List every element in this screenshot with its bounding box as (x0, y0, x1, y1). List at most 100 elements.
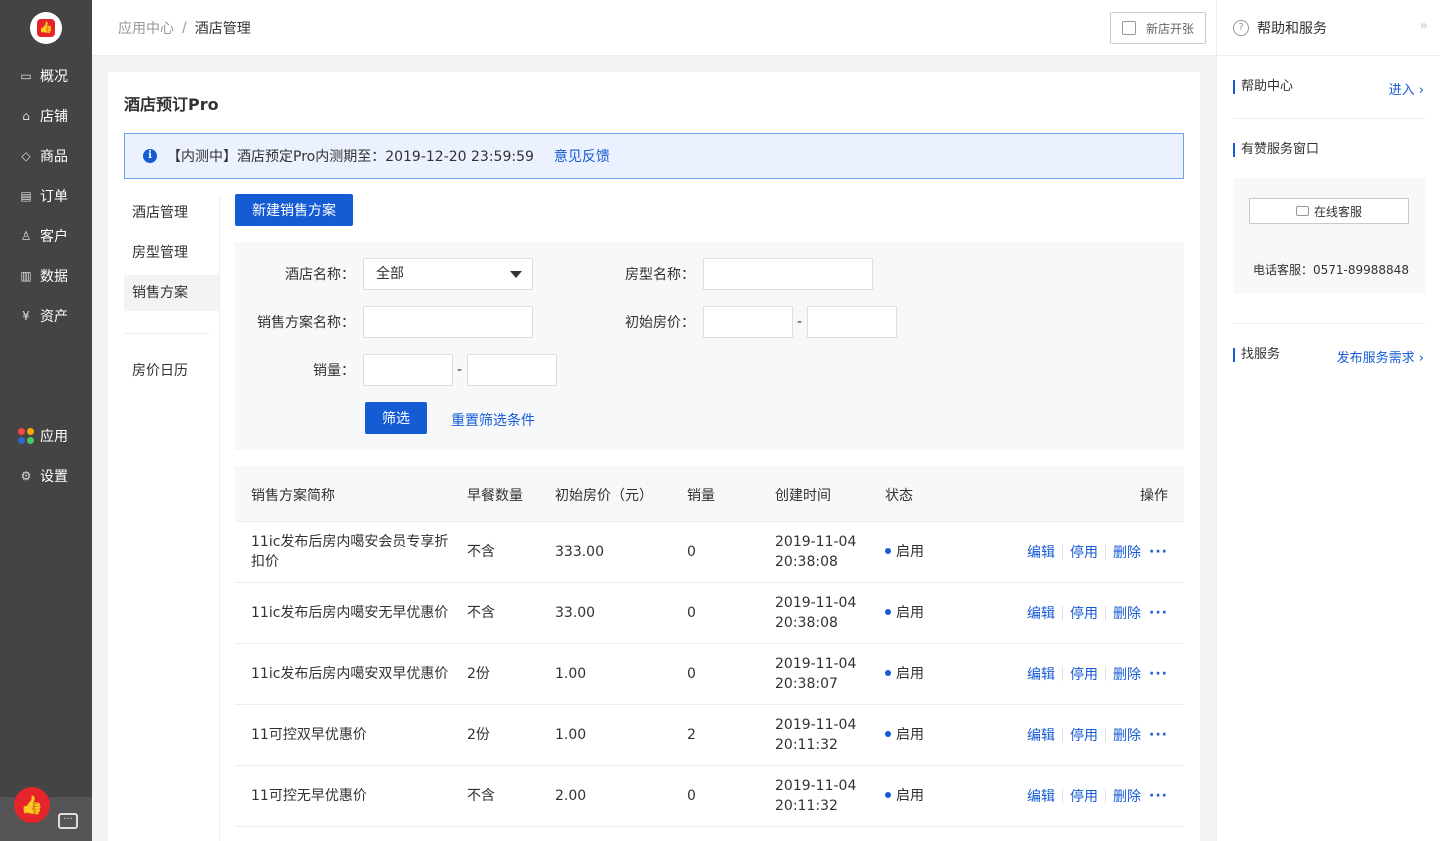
edit-link[interactable]: 编辑 (1027, 786, 1055, 806)
assistant-thumbs-up-icon[interactable]: 👍 (14, 787, 50, 823)
sidebar-item-overview[interactable]: ▭ 概况 (18, 64, 68, 88)
status-text: 启用 (896, 544, 924, 560)
delete-link[interactable]: 删除 (1113, 786, 1141, 806)
edit-link[interactable]: 编辑 (1027, 725, 1055, 745)
time-cell: 20:11:32 (775, 798, 838, 814)
sidebar-item-settings[interactable]: ⚙ 设置 (18, 464, 68, 488)
sidebar-item-label: 店铺 (40, 109, 68, 125)
action-divider (1062, 606, 1064, 620)
edit-link[interactable]: 编辑 (1027, 664, 1055, 684)
plan-name-cell: 11可控无早优惠价 (251, 788, 367, 804)
help-center-enter-link[interactable]: 进入 › (1389, 79, 1424, 98)
sidebar-item-label: 订单 (40, 189, 68, 205)
sidebar-item-label: 数据 (40, 269, 68, 285)
sales-label: 销量： (313, 363, 355, 379)
sales-cell: 0 (687, 788, 696, 804)
subnav-hotel-management[interactable]: 酒店管理 (124, 195, 220, 231)
plan-name-cell: 11可控双早优惠价 (251, 727, 367, 743)
date-cell: 2019-11-04 (775, 534, 857, 550)
status-cell: 启用 (885, 786, 924, 806)
sales-max-input[interactable] (467, 354, 557, 386)
room-name-input[interactable] (703, 258, 873, 290)
chat-icon[interactable]: ··· (58, 813, 78, 829)
sidebar-item-label: 设置 (40, 469, 68, 485)
enter-label: 进入 (1388, 83, 1415, 98)
subnav-price-calendar[interactable]: 房价日历 (124, 353, 220, 389)
breakfast-cell: 2份 (467, 727, 490, 743)
sidebar-item-goods[interactable]: ◇ 商品 (18, 144, 68, 168)
disable-link[interactable]: 停用 (1070, 603, 1098, 623)
disable-link[interactable]: 停用 (1070, 786, 1098, 806)
vertical-divider (219, 195, 220, 841)
subnav-room-type-management[interactable]: 房型管理 (124, 235, 220, 271)
action-divider (1062, 667, 1064, 681)
price-min-input[interactable] (703, 306, 793, 338)
status-text: 启用 (896, 605, 924, 621)
more-actions-icon[interactable]: ··· (1149, 544, 1168, 560)
action-divider (1062, 545, 1064, 559)
hotel-name-select[interactable]: 全部 (363, 258, 533, 290)
price-cell: 1.00 (555, 727, 587, 743)
chart-icon: ▥ (20, 269, 32, 283)
apps-icon (18, 428, 34, 444)
table-row: 11ic发布后房内噶安双早优惠价 2份 1.00 0 2019-11-04 20… (235, 644, 1184, 705)
edit-link[interactable]: 编辑 (1027, 603, 1055, 623)
delete-link[interactable]: 删除 (1113, 542, 1141, 562)
sidebar-item-assets[interactable]: ¥ 资产 (18, 304, 68, 328)
sales-min-input[interactable] (363, 354, 453, 386)
create-sales-plan-button[interactable]: 新建销售方案 (235, 194, 353, 226)
time-cell: 20:38:08 (775, 615, 838, 631)
delete-link[interactable]: 删除 (1113, 603, 1141, 623)
sidebar-item-label: 概况 (40, 69, 68, 85)
overview-icon: ▭ (20, 69, 32, 83)
delete-link[interactable]: 删除 (1113, 664, 1141, 684)
phone-service: 电话客服：0571-89988848 (1253, 263, 1409, 277)
sales-range-dash: - (457, 362, 463, 378)
sidebar-item-apps[interactable]: 应用 (18, 424, 68, 448)
feedback-link[interactable]: 意见反馈 (554, 146, 610, 166)
main-sidebar: 👍 ▭ 概况 ⌂ 店铺 ◇ 商品 ▤ 订单 ♙ 客户 ▥ 数据 ¥ 资产 应用 ⚙ 设置 👍 ·… (0, 0, 92, 841)
price-cell: 2.00 (555, 788, 587, 804)
disable-link[interactable]: 停用 (1070, 664, 1098, 684)
col-status: 状态 (885, 488, 913, 504)
more-actions-icon[interactable]: ··· (1149, 788, 1168, 804)
publish-request-label: 发布服务需求 (1336, 351, 1415, 366)
action-divider (1105, 606, 1107, 620)
sub-navigation: 酒店管理 房型管理 销售方案 房价日历 (124, 195, 220, 393)
initial-price-label: 初始房价： (625, 315, 695, 331)
breakfast-cell: 不含 (467, 605, 495, 621)
breadcrumb-root[interactable]: 应用中心 (118, 18, 174, 38)
collapse-double-chevron-icon[interactable]: » (1419, 18, 1428, 34)
online-service-button[interactable]: 在线客服 (1249, 198, 1409, 224)
sales-plan-table: 销售方案简称 早餐数量 初始房价（元） 销量 创建时间 状态 操作 11ic发布… (235, 466, 1184, 827)
sidebar-item-store[interactable]: ⌂ 店铺 (18, 104, 68, 128)
edit-link[interactable]: 编辑 (1027, 542, 1055, 562)
youzan-logo[interactable]: 👍 (30, 12, 62, 44)
more-actions-icon[interactable]: ··· (1149, 605, 1168, 621)
disable-link[interactable]: 停用 (1070, 542, 1098, 562)
caret-down-icon (510, 271, 522, 278)
sidebar-item-customers[interactable]: ♙ 客户 (18, 224, 68, 248)
sidebar-item-orders[interactable]: ▤ 订单 (18, 184, 68, 208)
more-actions-icon[interactable]: ··· (1149, 666, 1168, 682)
price-max-input[interactable] (807, 306, 897, 338)
order-icon: ▤ (20, 189, 32, 203)
sales-cell: 0 (687, 666, 696, 682)
help-center-title: 帮助中心 (1233, 80, 1293, 94)
publish-request-link[interactable]: 发布服务需求 › (1337, 347, 1424, 366)
disable-link[interactable]: 停用 (1070, 725, 1098, 745)
table-row: 11可控无早优惠价 不含 2.00 0 2019-11-04 20:11:32 … (235, 766, 1184, 827)
new-store-button[interactable]: 新店开张 (1110, 12, 1206, 44)
delete-link[interactable]: 删除 (1113, 725, 1141, 745)
breadcrumb: 应用中心 / 酒店管理 (118, 18, 251, 38)
filter-submit-button[interactable]: 筛选 (365, 402, 427, 434)
plan-name-input[interactable] (363, 306, 533, 338)
more-actions-icon[interactable]: ··· (1149, 727, 1168, 743)
plan-name-label: 销售方案名称： (257, 315, 355, 331)
sidebar-item-data[interactable]: ▥ 数据 (18, 264, 68, 288)
date-cell: 2019-11-04 (775, 595, 857, 611)
date-cell: 2019-11-04 (775, 717, 857, 733)
status-dot-icon (885, 731, 891, 737)
reset-filters-link[interactable]: 重置筛选条件 (451, 410, 535, 430)
subnav-sales-plans[interactable]: 销售方案 (124, 275, 220, 311)
